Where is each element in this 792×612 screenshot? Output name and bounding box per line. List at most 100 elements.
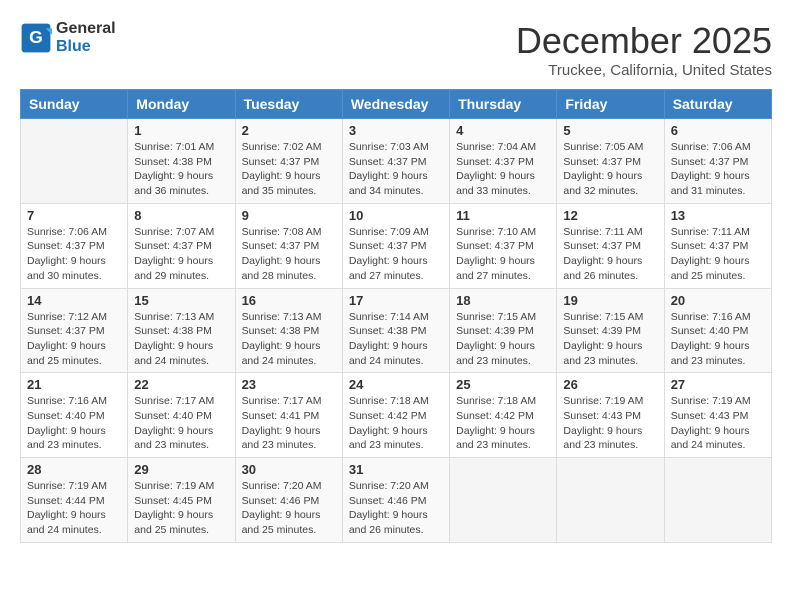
day-number: 6 <box>671 123 765 138</box>
calendar-cell: 6 Sunrise: 7:06 AMSunset: 4:37 PMDaylight… <box>664 119 771 204</box>
calendar-cell: 28Sunrise: 7:19 AMSunset: 4:44 PMDayligh… <box>21 458 128 543</box>
month-title: December 2025 <box>516 20 772 62</box>
calendar-week-row: 7Sunrise: 7:06 AMSunset: 4:37 PMDaylight… <box>21 203 772 288</box>
calendar-cell: 24 Sunrise: 7:18 AMSunset: 4:42 PMDayligh… <box>342 373 449 458</box>
day-number: 13 <box>671 208 765 223</box>
day-number: 26 <box>563 377 657 392</box>
day-number: 11 <box>456 208 550 223</box>
day-of-week-header: Monday <box>128 90 235 119</box>
calendar-cell: 22 Sunrise: 7:17 AMSunset: 4:40 PMDayligh… <box>128 373 235 458</box>
day-of-week-header: Thursday <box>450 90 557 119</box>
logo: G General Blue <box>20 20 116 56</box>
day-info: Sunrise: 7:13 AMSunset: 4:38 PMDaylight:… <box>134 310 228 369</box>
day-info: Sunrise: 7:06 AMSunset: 4:37 PMDaylight:… <box>671 140 765 199</box>
calendar-cell: 8Sunrise: 7:07 AMSunset: 4:37 PMDaylight… <box>128 203 235 288</box>
calendar-cell: 25Sunrise: 7:18 AMSunset: 4:42 PMDayligh… <box>450 373 557 458</box>
logo-blue-text: Blue <box>56 38 116 56</box>
calendar-week-row: 28Sunrise: 7:19 AMSunset: 4:44 PMDayligh… <box>21 458 772 543</box>
day-info: Sunrise: 7:11 AMSunset: 4:37 PMDaylight:… <box>563 225 657 284</box>
day-number: 4 <box>456 123 550 138</box>
calendar-week-row: 21Sunrise: 7:16 AMSunset: 4:40 PMDayligh… <box>21 373 772 458</box>
day-info: Sunrise: 7:09 AMSunset: 4:37 PMDaylight:… <box>349 225 443 284</box>
day-number: 9 <box>242 208 336 223</box>
day-number: 10 <box>349 208 443 223</box>
calendar-cell: 16 Sunrise: 7:13 AMSunset: 4:38 PMDayligh… <box>235 288 342 373</box>
day-number: 2 <box>242 123 336 138</box>
calendar-cell: 30 Sunrise: 7:20 AMSunset: 4:46 PMDayligh… <box>235 458 342 543</box>
day-info: Sunrise: 7:19 AMSunset: 4:43 PMDaylight:… <box>563 394 657 453</box>
calendar-cell: 5 Sunrise: 7:05 AMSunset: 4:37 PMDaylight… <box>557 119 664 204</box>
page-header: G General Blue December 2025 Truckee, Ca… <box>20 20 772 79</box>
day-number: 27 <box>671 377 765 392</box>
day-info: Sunrise: 7:20 AMSunset: 4:46 PMDaylight:… <box>349 479 443 538</box>
day-info: Sunrise: 7:10 AMSunset: 4:37 PMDaylight:… <box>456 225 550 284</box>
day-number: 30 <box>242 462 336 477</box>
day-number: 12 <box>563 208 657 223</box>
day-number: 28 <box>27 462 121 477</box>
location: Truckee, California, United States <box>516 62 772 79</box>
calendar-cell: 19 Sunrise: 7:15 AMSunset: 4:39 PMDayligh… <box>557 288 664 373</box>
calendar-cell: 29 Sunrise: 7:19 AMSunset: 4:45 PMDayligh… <box>128 458 235 543</box>
day-info: Sunrise: 7:04 AMSunset: 4:37 PMDaylight:… <box>456 140 550 199</box>
day-number: 19 <box>563 293 657 308</box>
day-number: 24 <box>349 377 443 392</box>
day-info: Sunrise: 7:08 AMSunset: 4:37 PMDaylight:… <box>242 225 336 284</box>
day-number: 5 <box>563 123 657 138</box>
calendar-cell: 12 Sunrise: 7:11 AMSunset: 4:37 PMDayligh… <box>557 203 664 288</box>
day-of-week-header: Saturday <box>664 90 771 119</box>
calendar-cell: 20 Sunrise: 7:16 AMSunset: 4:40 PMDayligh… <box>664 288 771 373</box>
day-number: 15 <box>134 293 228 308</box>
calendar-cell: 27 Sunrise: 7:19 AMSunset: 4:43 PMDayligh… <box>664 373 771 458</box>
calendar-cell <box>664 458 771 543</box>
day-number: 29 <box>134 462 228 477</box>
day-info: Sunrise: 7:11 AMSunset: 4:37 PMDaylight:… <box>671 225 765 284</box>
calendar-cell: 31Sunrise: 7:20 AMSunset: 4:46 PMDayligh… <box>342 458 449 543</box>
calendar-cell: 1 Sunrise: 7:01 AMSunset: 4:38 PMDaylight… <box>128 119 235 204</box>
calendar-header-row: SundayMondayTuesdayWednesdayThursdayFrid… <box>21 90 772 119</box>
day-number: 16 <box>242 293 336 308</box>
title-section: December 2025 Truckee, California, Unite… <box>516 20 772 79</box>
day-info: Sunrise: 7:15 AMSunset: 4:39 PMDaylight:… <box>456 310 550 369</box>
day-number: 3 <box>349 123 443 138</box>
day-number: 20 <box>671 293 765 308</box>
day-info: Sunrise: 7:19 AMSunset: 4:45 PMDaylight:… <box>134 479 228 538</box>
calendar-cell: 9 Sunrise: 7:08 AMSunset: 4:37 PMDaylight… <box>235 203 342 288</box>
day-info: Sunrise: 7:12 AMSunset: 4:37 PMDaylight:… <box>27 310 121 369</box>
day-of-week-header: Wednesday <box>342 90 449 119</box>
day-info: Sunrise: 7:14 AMSunset: 4:38 PMDaylight:… <box>349 310 443 369</box>
day-info: Sunrise: 7:18 AMSunset: 4:42 PMDaylight:… <box>349 394 443 453</box>
day-info: Sunrise: 7:17 AMSunset: 4:40 PMDaylight:… <box>134 394 228 453</box>
day-info: Sunrise: 7:19 AMSunset: 4:43 PMDaylight:… <box>671 394 765 453</box>
calendar-cell: 18Sunrise: 7:15 AMSunset: 4:39 PMDayligh… <box>450 288 557 373</box>
calendar-cell: 13 Sunrise: 7:11 AMSunset: 4:37 PMDayligh… <box>664 203 771 288</box>
day-info: Sunrise: 7:13 AMSunset: 4:38 PMDaylight:… <box>242 310 336 369</box>
day-info: Sunrise: 7:20 AMSunset: 4:46 PMDaylight:… <box>242 479 336 538</box>
calendar-cell: 7Sunrise: 7:06 AMSunset: 4:37 PMDaylight… <box>21 203 128 288</box>
calendar-cell: 4 Sunrise: 7:04 AMSunset: 4:37 PMDaylight… <box>450 119 557 204</box>
day-number: 17 <box>349 293 443 308</box>
day-info: Sunrise: 7:15 AMSunset: 4:39 PMDaylight:… <box>563 310 657 369</box>
day-info: Sunrise: 7:07 AMSunset: 4:37 PMDaylight:… <box>134 225 228 284</box>
calendar-cell: 21Sunrise: 7:16 AMSunset: 4:40 PMDayligh… <box>21 373 128 458</box>
day-number: 7 <box>27 208 121 223</box>
day-number: 22 <box>134 377 228 392</box>
day-number: 21 <box>27 377 121 392</box>
calendar-cell: 10 Sunrise: 7:09 AMSunset: 4:37 PMDayligh… <box>342 203 449 288</box>
svg-text:G: G <box>29 27 43 47</box>
calendar-week-row: 14 Sunrise: 7:12 AMSunset: 4:37 PMDayligh… <box>21 288 772 373</box>
day-of-week-header: Friday <box>557 90 664 119</box>
logo-icon: G <box>20 22 52 54</box>
calendar-cell <box>450 458 557 543</box>
day-number: 14 <box>27 293 121 308</box>
calendar-cell <box>557 458 664 543</box>
day-number: 1 <box>134 123 228 138</box>
calendar-cell: 14 Sunrise: 7:12 AMSunset: 4:37 PMDayligh… <box>21 288 128 373</box>
calendar-cell: 17 Sunrise: 7:14 AMSunset: 4:38 PMDayligh… <box>342 288 449 373</box>
day-info: Sunrise: 7:05 AMSunset: 4:37 PMDaylight:… <box>563 140 657 199</box>
day-info: Sunrise: 7:18 AMSunset: 4:42 PMDaylight:… <box>456 394 550 453</box>
day-info: Sunrise: 7:16 AMSunset: 4:40 PMDaylight:… <box>671 310 765 369</box>
logo-general-text: General <box>56 20 116 38</box>
calendar-cell: 3Sunrise: 7:03 AMSunset: 4:37 PMDaylight… <box>342 119 449 204</box>
calendar-cell: 15 Sunrise: 7:13 AMSunset: 4:38 PMDayligh… <box>128 288 235 373</box>
day-info: Sunrise: 7:01 AMSunset: 4:38 PMDaylight:… <box>134 140 228 199</box>
